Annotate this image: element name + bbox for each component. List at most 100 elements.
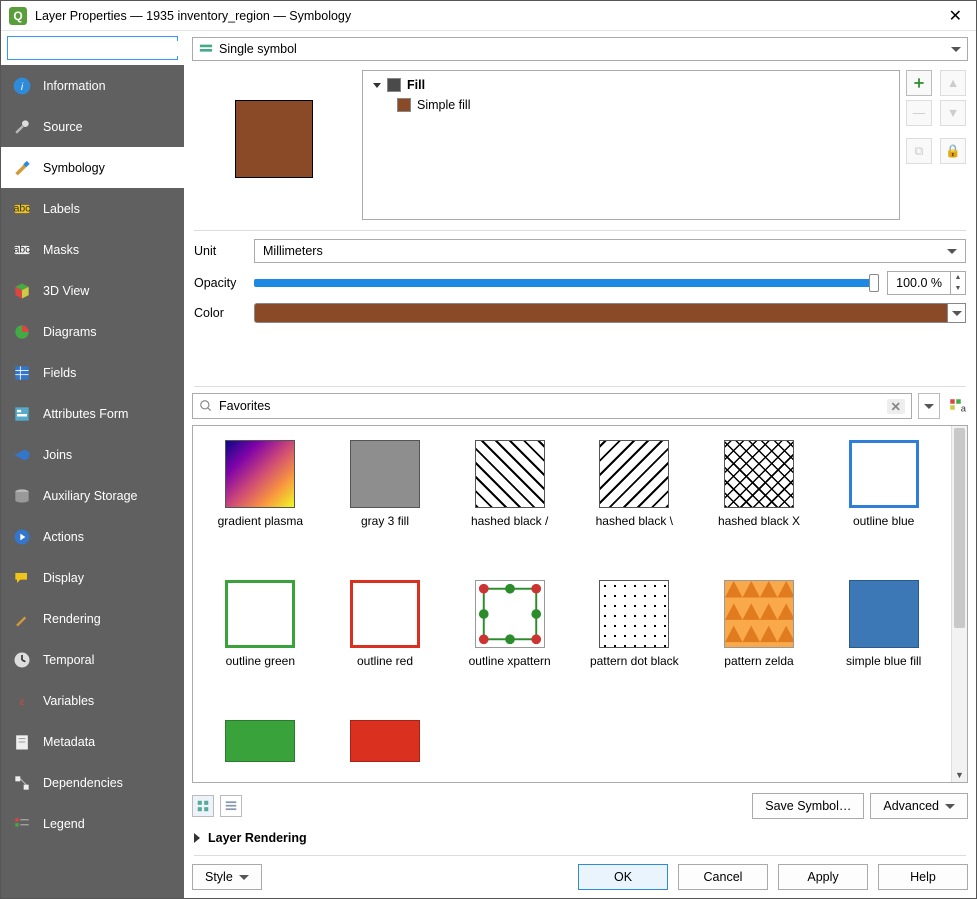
style-search[interactable]: ✕ [192, 393, 912, 419]
tree-row-fill[interactable]: Fill [369, 75, 893, 95]
chevron-down-icon [945, 804, 955, 809]
rendering-icon [11, 608, 33, 630]
tree-collapse-icon[interactable] [373, 83, 381, 88]
style-manager-button[interactable]: a [946, 393, 968, 419]
sidebar-item-attributes-form[interactable]: Attributes Form [1, 393, 184, 434]
style-item-hashed-black-x[interactable]: hashed black X [702, 440, 817, 570]
add-symbol-layer-button[interactable] [906, 70, 932, 96]
sidebar-item-dependencies[interactable]: Dependencies [1, 762, 184, 803]
opacity-label: Opacity [194, 276, 254, 290]
metadata-icon [11, 731, 33, 753]
sidebar-item-display[interactable]: Display [1, 557, 184, 598]
style-menu-button[interactable]: Style [192, 864, 262, 890]
sidebar: i Information Source Symbology abc Label… [1, 31, 184, 898]
move-layer-up-button[interactable]: ▲ [940, 70, 966, 96]
save-symbol-button[interactable]: Save Symbol… [752, 793, 864, 819]
style-item-pattern-dot-black[interactable]: pattern dot black [577, 580, 692, 710]
color-picker[interactable] [254, 303, 948, 323]
style-item-simple-green-fill[interactable] [203, 720, 318, 770]
dependencies-icon [11, 772, 33, 794]
unit-combo[interactable]: Millimeters [254, 239, 966, 263]
button-label: Style [205, 870, 233, 884]
sidebar-item-auxiliary-storage[interactable]: Auxiliary Storage [1, 475, 184, 516]
sidebar-item-symbology[interactable]: Symbology [1, 147, 184, 188]
style-gallery: gradient plasma gray 3 fill hashed black… [193, 426, 951, 782]
sidebar-item-diagrams[interactable]: Diagrams [1, 311, 184, 352]
svg-text:abc: abc [14, 244, 31, 255]
duplicate-symbol-layer-button[interactable]: ⧉ [906, 138, 932, 164]
swatch-icon [475, 440, 545, 508]
sidebar-search-input[interactable] [20, 41, 196, 56]
sidebar-search[interactable] [7, 36, 178, 60]
layer-rendering-section[interactable]: Layer Rendering [184, 823, 976, 853]
swatch-icon [225, 440, 295, 508]
spin-up[interactable]: ▲ [951, 272, 965, 283]
style-item-outline-blue[interactable]: outline blue [826, 440, 941, 570]
color-dropdown[interactable] [948, 303, 966, 323]
sidebar-item-labels[interactable]: abc Labels [1, 188, 184, 229]
swatch-icon [350, 440, 420, 508]
move-layer-down-button[interactable]: ▼ [940, 100, 966, 126]
icon-view-toggle[interactable] [192, 795, 214, 817]
sidebar-item-label: Fields [43, 366, 76, 380]
style-item-simple-blue-fill[interactable]: simple blue fill [826, 580, 941, 710]
swatch-icon [724, 580, 794, 648]
display-icon [11, 567, 33, 589]
style-item-pattern-zelda[interactable]: pattern zelda [702, 580, 817, 710]
cancel-button[interactable]: Cancel [678, 864, 768, 890]
opacity-spinbox[interactable]: 100.0 % ▲▼ [887, 271, 966, 295]
scrollbar-thumb[interactable] [954, 428, 965, 628]
scroll-down-icon[interactable]: ▼ [952, 768, 967, 782]
sidebar-item-actions[interactable]: Actions [1, 516, 184, 557]
symbol-layer-tree[interactable]: Fill Simple fill [362, 70, 900, 220]
style-item-gradient-plasma[interactable]: gradient plasma [203, 440, 318, 570]
style-item-outline-green[interactable]: outline green [203, 580, 318, 710]
slider-thumb[interactable] [869, 274, 879, 292]
sidebar-item-masks[interactable]: abc Masks [1, 229, 184, 270]
sidebar-item-joins[interactable]: Joins [1, 434, 184, 475]
renderer-type-combo[interactable]: Single symbol [192, 37, 968, 61]
sidebar-item-variables[interactable]: ε Variables [1, 680, 184, 721]
advanced-button[interactable]: Advanced [870, 793, 968, 819]
style-item-hashed-black-fwd[interactable]: hashed black / [452, 440, 567, 570]
sidebar-item-3dview[interactable]: 3D View [1, 270, 184, 311]
style-label: hashed black \ [596, 514, 673, 528]
sidebar-item-metadata[interactable]: Metadata [1, 721, 184, 762]
clear-search-button[interactable]: ✕ [887, 399, 905, 414]
style-item-outline-red[interactable]: outline red [328, 580, 443, 710]
sidebar-item-rendering[interactable]: Rendering [1, 598, 184, 639]
sidebar-item-information[interactable]: i Information [1, 65, 184, 106]
remove-symbol-layer-button[interactable]: — [906, 100, 932, 126]
style-item-hashed-black-back[interactable]: hashed black \ [577, 440, 692, 570]
cube-icon [11, 280, 33, 302]
button-label: Apply [807, 870, 838, 884]
tree-row-simple-fill[interactable]: Simple fill [369, 95, 893, 115]
spin-down[interactable]: ▼ [951, 283, 965, 294]
ok-button[interactable]: OK [578, 864, 668, 890]
style-item-outline-xpattern[interactable]: outline xpattern [452, 580, 567, 710]
sidebar-item-temporal[interactable]: Temporal [1, 639, 184, 680]
sidebar-item-label: Variables [43, 694, 94, 708]
style-item-simple-red-fill[interactable] [328, 720, 443, 770]
qgis-logo-icon: Q [9, 7, 27, 25]
style-item-gray-3-fill[interactable]: gray 3 fill [328, 440, 443, 570]
sidebar-item-source[interactable]: Source [1, 106, 184, 147]
title-bar: Q Layer Properties — 1935 inventory_regi… [1, 1, 976, 31]
storage-icon [11, 485, 33, 507]
window-close-button[interactable]: ✕ [943, 6, 968, 26]
list-view-toggle[interactable] [220, 795, 242, 817]
sidebar-item-legend[interactable]: Legend [1, 803, 184, 844]
help-button[interactable]: Help [878, 864, 968, 890]
lock-symbol-layer-button[interactable]: 🔒 [940, 138, 966, 164]
opacity-slider[interactable] [254, 279, 879, 287]
style-filter-dropdown[interactable] [918, 393, 940, 419]
opacity-value: 100.0 % [888, 276, 950, 290]
sidebar-item-label: Rendering [43, 612, 101, 626]
gallery-scrollbar[interactable]: ▲ ▼ [951, 426, 967, 782]
apply-button[interactable]: Apply [778, 864, 868, 890]
sidebar-item-fields[interactable]: Fields [1, 352, 184, 393]
swatch-icon [350, 580, 420, 648]
style-search-input[interactable] [219, 399, 881, 413]
chevron-down-icon [951, 47, 961, 52]
style-label: gray 3 fill [361, 514, 409, 528]
